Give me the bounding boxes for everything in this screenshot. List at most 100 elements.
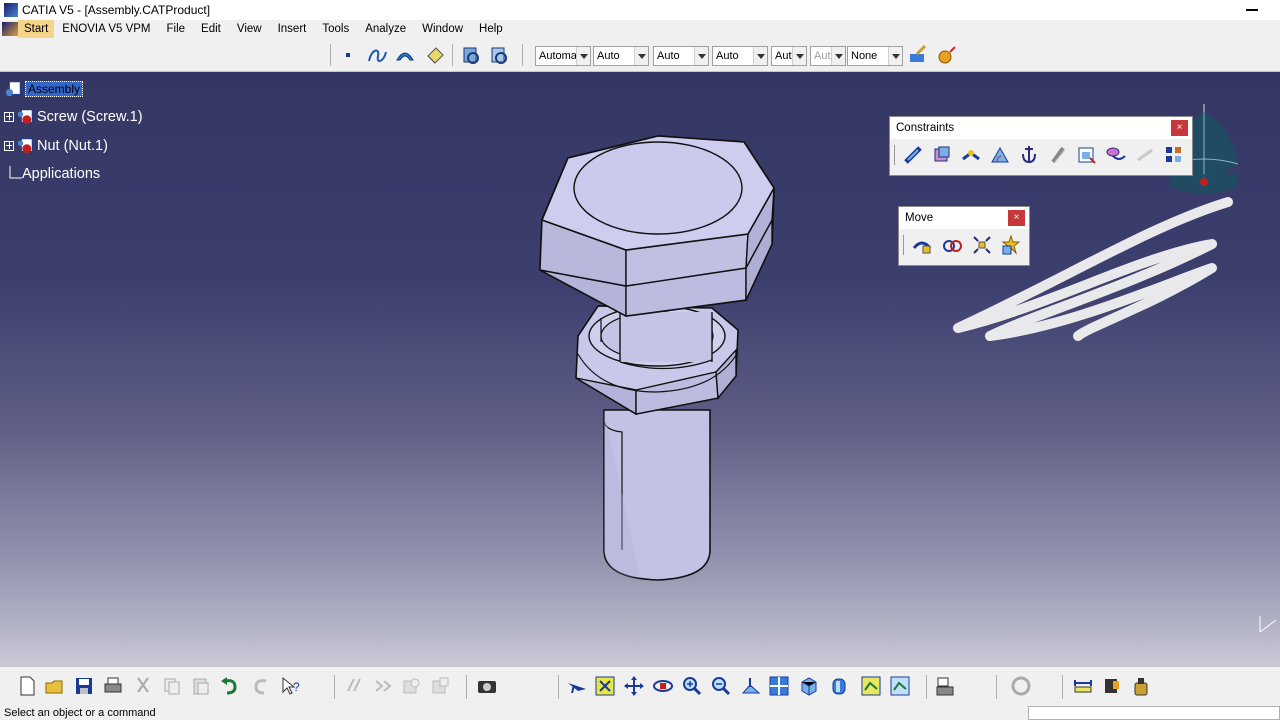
toolbar-separator — [926, 675, 927, 699]
properties-icon[interactable] — [936, 44, 958, 66]
tree-item-applications[interactable]: Applications — [22, 166, 100, 182]
reuse-pattern-icon[interactable] — [1163, 144, 1185, 166]
menu-insert[interactable]: Insert — [270, 20, 315, 38]
tree-root-assembly[interactable]: Assembly — [25, 81, 84, 97]
move-toolbar: Move × — [898, 206, 1030, 266]
constraints-toolbar-title[interactable]: Constraints × — [890, 117, 1192, 139]
flexible-rigid-subassembly-icon[interactable] — [1105, 144, 1127, 166]
catia-app-icon — [4, 3, 18, 17]
line-thickness-combo[interactable]: Auto — [653, 46, 709, 66]
angle-constraint-icon[interactable] — [989, 144, 1011, 166]
multi-view-icon[interactable] — [768, 675, 790, 697]
assembly-feature-icon — [347, 678, 361, 692]
color-combo[interactable]: Automa — [535, 46, 591, 66]
fit-all-in-icon[interactable] — [594, 675, 616, 697]
manipulation-icon[interactable] — [911, 234, 933, 256]
pocket-icon — [432, 677, 449, 694]
pan-icon[interactable] — [623, 675, 645, 697]
toolbar-separator — [1062, 675, 1063, 699]
product-icon — [5, 81, 21, 97]
new-document-icon[interactable] — [16, 675, 38, 697]
snap-icon[interactable] — [941, 234, 963, 256]
rendering-style-combo: Aut — [810, 46, 846, 66]
catalog-browser-icon[interactable] — [934, 675, 956, 697]
toolbar-separator — [334, 675, 335, 699]
title-bar: CATIA V5 - [Assembly.CATProduct] — [0, 0, 1280, 20]
menu-edit[interactable]: Edit — [193, 20, 229, 38]
menu-view[interactable]: View — [229, 20, 270, 38]
rotate-icon[interactable] — [652, 675, 674, 697]
coincidence-constraint-icon[interactable] — [902, 144, 924, 166]
capture-camera-icon[interactable] — [476, 675, 498, 697]
status-message: Select an object or a command — [4, 707, 156, 719]
close-icon[interactable]: × — [1008, 210, 1025, 226]
whats-this-icon[interactable]: ? — [280, 675, 302, 697]
change-constraint-icon — [1137, 148, 1153, 162]
print-icon[interactable] — [102, 675, 124, 697]
offset-constraint-icon[interactable] — [960, 144, 982, 166]
surface-icon[interactable] — [394, 44, 416, 66]
hide-show-bottom-icon[interactable] — [860, 675, 882, 697]
update-icon — [1011, 676, 1031, 696]
measure-inertia-icon[interactable] — [1130, 675, 1152, 697]
close-icon[interactable]: × — [1171, 120, 1188, 136]
command-input[interactable] — [1028, 706, 1280, 720]
stop-manipulate-on-clash-icon[interactable] — [1000, 234, 1022, 256]
eraser-icon[interactable] — [424, 44, 446, 66]
expand-icon[interactable] — [4, 141, 14, 151]
contact-constraint-icon[interactable] — [931, 144, 953, 166]
minimize-icon[interactable] — [1246, 9, 1258, 11]
open-folder-icon[interactable] — [44, 675, 66, 697]
shading-icon[interactable] — [828, 675, 850, 697]
expand-icon[interactable] — [4, 112, 14, 122]
move-toolbar-title[interactable]: Move × — [899, 207, 1029, 229]
zoom-out-icon[interactable] — [710, 675, 732, 697]
cut-icon — [137, 677, 149, 693]
measure-between-icon[interactable] — [1072, 675, 1094, 697]
menu-help[interactable]: Help — [471, 20, 511, 38]
isometric-view-icon[interactable] — [798, 675, 820, 697]
explode-icon[interactable] — [971, 234, 993, 256]
tree-item-nut[interactable]: Nut (Nut.1) — [37, 138, 108, 154]
linetype-combo[interactable]: Auto — [712, 46, 768, 66]
layer-combo[interactable]: None — [847, 46, 903, 66]
hide-show-icon[interactable] — [460, 44, 482, 66]
transparency-combo[interactable]: Auto — [593, 46, 649, 66]
menu-tools[interactable]: Tools — [314, 20, 357, 38]
save-icon[interactable] — [73, 675, 95, 697]
constraints-toolbar: Constraints × — [889, 116, 1193, 176]
split-icon — [375, 680, 392, 692]
tree-branch-line — [9, 166, 22, 179]
zoom-in-icon[interactable] — [681, 675, 703, 697]
quick-constraint-icon[interactable] — [1076, 144, 1098, 166]
redo-icon — [254, 679, 267, 695]
fly-mode-icon[interactable] — [566, 675, 588, 697]
normal-view-icon[interactable] — [740, 675, 762, 697]
toolbar-separator — [466, 675, 467, 699]
measure-item-icon[interactable] — [1101, 675, 1123, 697]
undo-icon[interactable] — [219, 675, 241, 697]
part-icon — [17, 109, 33, 125]
painter-icon[interactable] — [907, 44, 929, 66]
menu-enovia[interactable]: ENOVIA V5 VPM — [54, 20, 158, 38]
move-title: Move — [905, 212, 934, 224]
point-icon[interactable] — [338, 44, 360, 66]
fix-component-icon[interactable] — [1018, 144, 1040, 166]
spline-icon[interactable] — [366, 44, 388, 66]
toolbar-separator — [996, 675, 997, 699]
toolbar-separator — [330, 44, 331, 66]
copy-icon — [164, 678, 180, 695]
swap-space-icon[interactable] — [488, 44, 510, 66]
svg-text:?: ? — [293, 680, 300, 694]
point-symbol-combo[interactable]: Aut — [771, 46, 807, 66]
menu-analyze[interactable]: Analyze — [357, 20, 414, 38]
toolbar-separator — [558, 675, 559, 699]
status-bar: Select an object or a command — [0, 706, 1280, 720]
menu-start[interactable]: Start — [18, 20, 55, 38]
swap-visible-space-icon[interactable] — [889, 675, 911, 697]
tree-item-screw[interactable]: Screw (Screw.1) — [37, 109, 143, 125]
menu-bar: Start ENOVIA V5 VPM File Edit View Inser… — [0, 20, 1280, 38]
fix-together-icon[interactable] — [1047, 144, 1069, 166]
menu-file[interactable]: File — [159, 20, 194, 38]
menu-window[interactable]: Window — [414, 20, 471, 38]
